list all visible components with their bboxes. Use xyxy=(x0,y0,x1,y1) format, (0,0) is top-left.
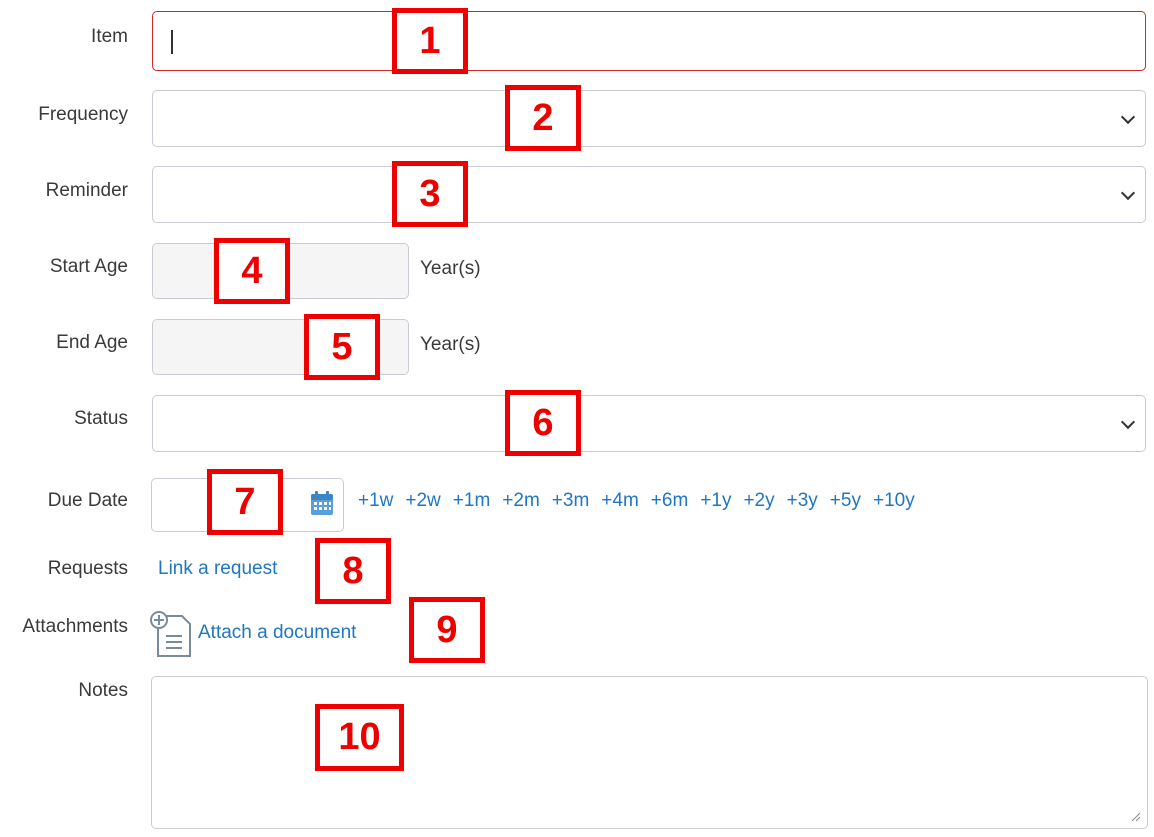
frequency-label: Frequency xyxy=(38,104,128,125)
callout-1: 1 xyxy=(392,8,468,74)
chevron-down-icon xyxy=(1120,109,1136,124)
quick-add-3y[interactable]: +3y xyxy=(787,490,818,512)
callout-2: 2 xyxy=(505,85,581,151)
attachments-label: Attachments xyxy=(22,616,128,637)
item-input[interactable] xyxy=(152,11,1146,71)
callout-8: 8 xyxy=(315,538,391,604)
quick-add-2y[interactable]: +2y xyxy=(743,490,774,512)
requests-label: Requests xyxy=(47,558,128,579)
due-date-label: Due Date xyxy=(47,490,128,511)
callout-5: 5 xyxy=(304,314,380,380)
callout-4: 4 xyxy=(214,238,290,304)
frequency-select[interactable] xyxy=(152,90,1146,147)
quick-add-6m[interactable]: +6m xyxy=(651,490,689,512)
item-label: Item xyxy=(91,26,128,47)
quick-add-10y[interactable]: +10y xyxy=(873,490,915,512)
reminder-label: Reminder xyxy=(45,180,128,201)
calendar-icon[interactable] xyxy=(310,490,334,516)
start-age-unit: Year(s) xyxy=(420,258,481,279)
callout-10: 10 xyxy=(315,704,404,771)
quick-add-1w[interactable]: +1w xyxy=(358,490,393,512)
quick-add-1y[interactable]: +1y xyxy=(700,490,731,512)
attach-document-icon[interactable] xyxy=(150,610,192,658)
notes-textarea[interactable] xyxy=(151,676,1148,829)
end-age-unit: Year(s) xyxy=(420,334,481,355)
callout-3: 3 xyxy=(392,161,468,227)
attach-document-link[interactable]: Attach a document xyxy=(198,622,356,644)
quick-add-2m[interactable]: +2m xyxy=(502,490,540,512)
quick-add-1m[interactable]: +1m xyxy=(453,490,491,512)
callout-7: 7 xyxy=(207,469,283,535)
notes-label: Notes xyxy=(78,680,128,701)
reminder-select[interactable] xyxy=(152,166,1146,223)
chevron-down-icon xyxy=(1120,185,1136,200)
quick-add-2w[interactable]: +2w xyxy=(405,490,440,512)
link-request-link[interactable]: Link a request xyxy=(158,558,277,580)
callout-6: 6 xyxy=(505,390,581,456)
quick-add-4m[interactable]: +4m xyxy=(601,490,639,512)
chevron-down-icon xyxy=(1120,414,1136,429)
due-date-quick-add: +1w +2w +1m +2m +3m +4m +6m +1y +2y +3y … xyxy=(358,490,915,512)
resize-handle-icon[interactable] xyxy=(1131,812,1141,822)
status-label: Status xyxy=(74,408,128,429)
end-age-label: End Age xyxy=(56,332,128,353)
quick-add-5y[interactable]: +5y xyxy=(830,490,861,512)
status-select[interactable] xyxy=(152,395,1146,452)
start-age-label: Start Age xyxy=(49,256,128,277)
text-cursor xyxy=(171,30,173,54)
callout-9: 9 xyxy=(409,597,485,663)
quick-add-3m[interactable]: +3m xyxy=(552,490,590,512)
